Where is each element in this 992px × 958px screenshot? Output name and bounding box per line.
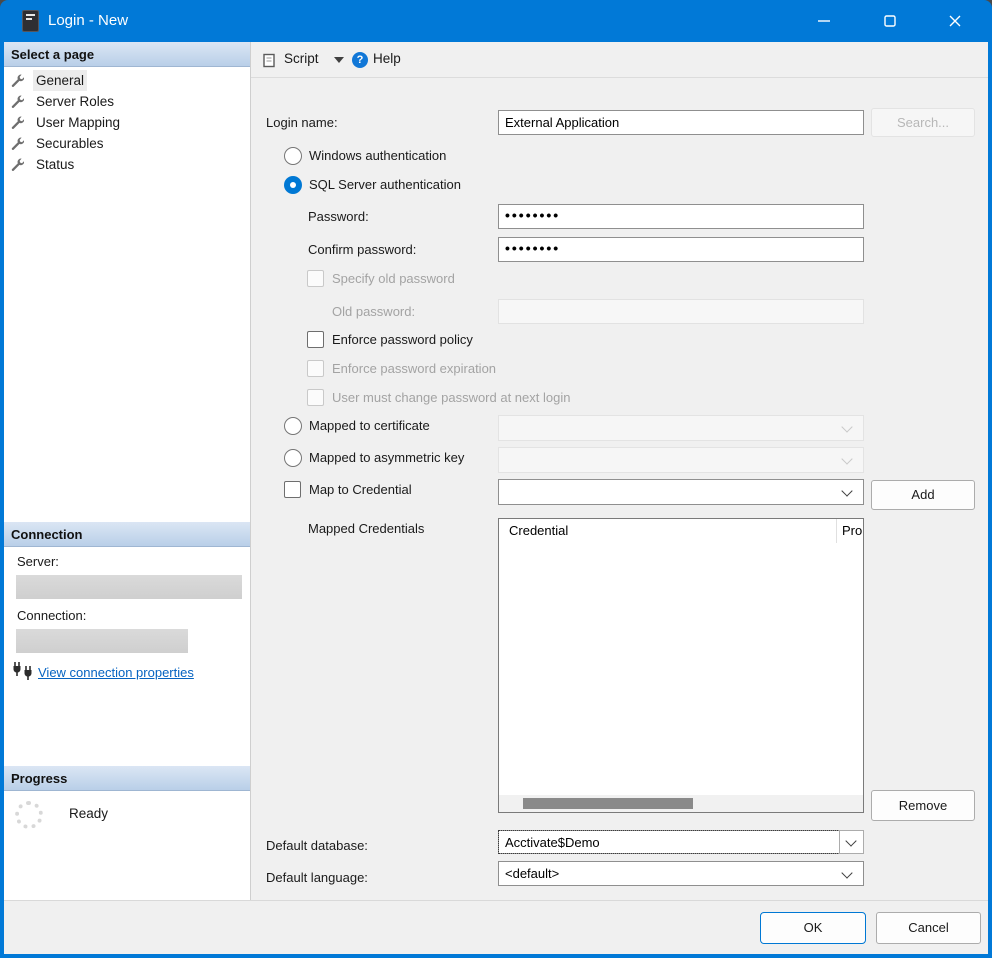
confirm-password-input[interactable]: ••••••••: [498, 237, 864, 262]
sidebar-item-label: User Mapping: [33, 112, 123, 133]
wrench-icon: [10, 73, 24, 87]
progress-status: Ready: [69, 806, 108, 821]
enforce-password-expiration-checkbox: [307, 360, 324, 377]
sidebar-divider: [250, 42, 251, 900]
enforce-password-policy-checkbox[interactable]: [307, 331, 324, 348]
mapped-to-certificate-label: Mapped to certificate: [309, 414, 430, 438]
default-database-label: Default database:: [266, 834, 368, 858]
login-name-label: Login name:: [266, 111, 338, 135]
map-to-credential-checkbox[interactable]: [284, 481, 301, 498]
credential-combobox[interactable]: [498, 479, 864, 505]
enforce-password-expiration-label: Enforce password expiration: [332, 357, 496, 381]
chevron-down-icon: [845, 835, 856, 846]
select-a-page-header: Select a page: [4, 42, 250, 67]
script-button[interactable]: Script: [284, 51, 319, 66]
login-new-dialog: Login - New Select a page General Server…: [0, 0, 992, 958]
sidebar-item-general[interactable]: General: [6, 70, 246, 91]
password-label: Password:: [308, 205, 369, 229]
sidebar-item-securables[interactable]: Securables: [6, 133, 246, 154]
specify-old-password-checkbox: [307, 270, 324, 287]
server-label: Server:: [17, 554, 59, 569]
ok-button[interactable]: OK: [760, 912, 866, 944]
must-change-password-checkbox: [307, 389, 324, 406]
must-change-password-label: User must change password at next login: [332, 386, 570, 410]
login-name-input[interactable]: External Application: [498, 110, 864, 135]
old-password-label: Old password:: [332, 300, 415, 324]
mapped-credentials-list[interactable]: Credential Pro: [498, 518, 864, 813]
sidebar-item-status[interactable]: Status: [6, 154, 246, 175]
wrench-icon: [10, 136, 24, 150]
column-divider[interactable]: [836, 519, 837, 543]
mapped-to-asymmetric-key-radio[interactable]: [284, 449, 302, 467]
sidebar-item-label: General: [33, 70, 87, 91]
search-button: Search...: [871, 108, 975, 137]
minimize-button[interactable]: [801, 0, 847, 42]
windows-authentication-label: Windows authentication: [309, 144, 446, 168]
password-input[interactable]: ••••••••: [498, 204, 864, 229]
server-value-redacted: [16, 575, 242, 599]
mapped-to-certificate-radio[interactable]: [284, 417, 302, 435]
help-button[interactable]: Help: [373, 51, 401, 66]
connection-value-redacted: [16, 629, 188, 653]
windows-authentication-radio[interactable]: [284, 147, 302, 165]
default-language-combobox[interactable]: <default>: [498, 861, 864, 886]
credential-column-header[interactable]: Credential: [509, 519, 568, 543]
sidebar-item-label: Server Roles: [33, 91, 117, 112]
title-bar: Login - New: [0, 0, 992, 42]
default-language-label: Default language:: [266, 866, 368, 890]
default-database-combobox[interactable]: Acctivate$Demo: [498, 830, 840, 854]
asymmetric-key-combobox: [498, 447, 864, 473]
sidebar-item-label: Status: [33, 154, 77, 175]
default-database-dropdown-button[interactable]: [839, 830, 864, 854]
footer-divider: [4, 900, 988, 901]
remove-button[interactable]: Remove: [871, 790, 975, 821]
provider-column-header[interactable]: Pro: [842, 519, 862, 543]
list-header: Credential Pro: [499, 519, 863, 543]
progress-header: Progress: [4, 766, 250, 791]
map-to-credential-label: Map to Credential: [309, 478, 412, 502]
script-icon: [262, 53, 277, 68]
wrench-icon: [10, 157, 24, 171]
script-dropdown-icon[interactable]: [334, 57, 344, 63]
default-language-value: <default>: [505, 862, 559, 886]
wrench-icon: [10, 115, 24, 129]
enforce-password-policy-label: Enforce password policy: [332, 328, 473, 352]
certificate-combobox: [498, 415, 864, 441]
scrollbar-thumb[interactable]: [523, 798, 693, 809]
window-title: Login - New: [48, 0, 128, 42]
help-icon: ?: [352, 52, 368, 68]
connection-label: Connection:: [17, 608, 86, 623]
wrench-icon: [10, 94, 24, 108]
default-database-value: Acctivate$Demo: [505, 831, 600, 855]
confirm-password-label: Confirm password:: [308, 238, 416, 262]
progress-spinner-icon: [15, 801, 43, 829]
mapped-credentials-label: Mapped Credentials: [308, 517, 424, 541]
add-button[interactable]: Add: [871, 480, 975, 510]
mapped-to-asymmetric-key-label: Mapped to asymmetric key: [309, 446, 464, 470]
specify-old-password-label: Specify old password: [332, 267, 455, 291]
sidebar-item-label: Securables: [33, 133, 107, 154]
cancel-button[interactable]: Cancel: [876, 912, 981, 944]
sql-server-authentication-radio[interactable]: [284, 176, 302, 194]
close-button[interactable]: [932, 0, 978, 42]
sql-server-authentication-label: SQL Server authentication: [309, 173, 461, 197]
chevron-down-icon: [841, 421, 852, 432]
connection-header: Connection: [4, 522, 250, 547]
view-connection-properties-link[interactable]: View connection properties: [38, 665, 194, 680]
chevron-down-icon: [841, 485, 852, 496]
server-icon: [22, 10, 39, 32]
chevron-down-icon: [841, 453, 852, 464]
sidebar-item-user-mapping[interactable]: User Mapping: [6, 112, 246, 133]
chevron-down-icon: [841, 867, 852, 878]
maximize-button[interactable]: [867, 0, 913, 42]
old-password-input: [498, 299, 864, 324]
connection-properties-icon: [11, 662, 35, 682]
horizontal-scrollbar[interactable]: [499, 795, 863, 812]
sidebar-item-server-roles[interactable]: Server Roles: [6, 91, 246, 112]
